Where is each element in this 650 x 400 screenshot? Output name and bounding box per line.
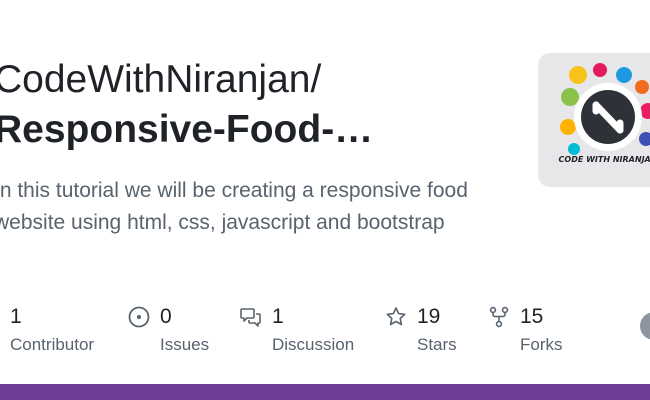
stat-label: Discussion	[272, 335, 355, 354]
discussion-icon	[240, 308, 261, 327]
repo-stats: 1 Contributor 0 Issues 1 Discussion 19 S…	[0, 302, 650, 362]
thumbnail-caption: CODE WITH NIRANJAN	[559, 155, 650, 164]
stat-label: Issues	[160, 335, 210, 354]
stat-count: 15	[520, 305, 544, 328]
fork-icon	[489, 306, 509, 328]
repo-avatar-image: CODE WITH NIRANJAN	[538, 53, 650, 187]
stat-count: 1	[272, 305, 284, 328]
stat-label: Contributor	[10, 335, 95, 354]
stat-count: 19	[417, 305, 441, 328]
issue-icon	[128, 306, 150, 328]
repo-owner[interactable]: CodeWithNiranjan/	[0, 58, 321, 102]
repo-description: In this tutorial we will be creating a r…	[0, 179, 468, 234]
stat-count: 1	[10, 305, 22, 328]
stat-count: 0	[160, 305, 172, 328]
accent-bar	[0, 384, 650, 400]
repo-name[interactable]: Responsive-Food-…	[0, 108, 373, 152]
stat-label: Forks	[520, 335, 563, 354]
stat-label: Stars	[417, 335, 457, 354]
star-icon	[386, 307, 406, 326]
